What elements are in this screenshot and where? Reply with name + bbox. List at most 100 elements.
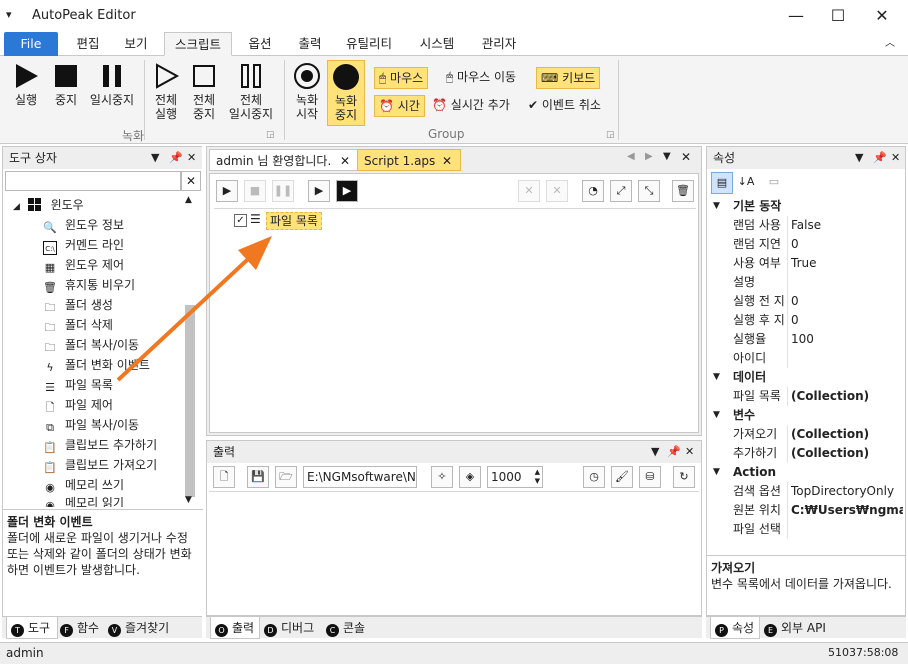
scrollbar-thumb[interactable]: [185, 305, 195, 497]
tree-item-clipboard-add[interactable]: 📋 클립보드 추가하기: [43, 435, 157, 455]
property-value[interactable]: False: [791, 216, 903, 235]
close-icon[interactable]: ✕: [442, 150, 452, 172]
pin-icon[interactable]: 📌: [169, 147, 183, 169]
stop-all-button[interactable]: 전체 중지: [186, 62, 222, 121]
categorized-view-button[interactable]: ▤: [711, 172, 733, 194]
tree-item-folder-copy[interactable]: 🗀 폴더 복사/이동: [43, 335, 140, 355]
tab-file[interactable]: File: [4, 32, 58, 56]
tab-edit[interactable]: 편집: [66, 32, 110, 56]
doc-tab-welcome[interactable]: admin 님 환영합니다. ✕: [209, 149, 359, 171]
disable-all-button[interactable]: ✕: [546, 180, 568, 202]
property-row[interactable]: 가져오기 (Collection): [707, 425, 905, 444]
open-folder-button[interactable]: 🗁: [275, 466, 297, 488]
tab-system[interactable]: 시스템: [410, 32, 464, 56]
realtime-add-toggle[interactable]: ⏰ 실시간 추가: [428, 95, 514, 117]
pause-all-button[interactable]: 전체 일시중지: [224, 62, 278, 121]
scroll-right-icon[interactable]: ▶: [645, 151, 653, 162]
tree-category[interactable]: ◢ 윈도우: [13, 195, 84, 215]
property-row[interactable]: 추가하기 (Collection): [707, 444, 905, 463]
tab-view[interactable]: 보기: [114, 32, 158, 56]
property-value[interactable]: 0: [791, 235, 903, 254]
node-checkbox[interactable]: ✓: [234, 214, 247, 227]
sort-az-button[interactable]: ↓A: [735, 172, 757, 194]
record-stop-button[interactable]: 녹화 중지: [327, 60, 365, 126]
run-button[interactable]: 실행: [8, 62, 44, 107]
tab-script[interactable]: 스크립트: [164, 32, 232, 56]
close-icon[interactable]: ✕: [340, 150, 350, 172]
output-path-field[interactable]: E:\NGMsoftware\NG: [303, 466, 417, 488]
tab-properties[interactable]: P 속성: [710, 617, 760, 639]
dialog-launcher-icon[interactable]: ◲: [266, 130, 275, 140]
dropdown-icon[interactable]: ▼: [651, 441, 659, 463]
new-file-button[interactable]: 🗋: [213, 466, 235, 488]
eraser-button[interactable]: ◈: [459, 466, 481, 488]
fill-bucket-button[interactable]: ⛁: [639, 466, 661, 488]
refresh-button[interactable]: ↻: [673, 466, 695, 488]
property-section[interactable]: ▼ 변수: [707, 406, 905, 425]
property-section[interactable]: ▼ 데이터: [707, 368, 905, 387]
pause-button[interactable]: ❚❚: [272, 180, 294, 202]
tab-options[interactable]: 옵션: [238, 32, 282, 56]
collapse-ribbon-icon[interactable]: ︿: [880, 32, 900, 56]
tab-output[interactable]: 출력: [288, 32, 332, 56]
tree-item-memory-read[interactable]: ◉ 메모리 읽기: [43, 495, 124, 507]
system-menu-icon[interactable]: ▾: [6, 8, 12, 21]
history-button[interactable]: ◔: [582, 180, 604, 202]
property-value[interactable]: (Collection): [791, 425, 903, 444]
property-value[interactable]: C:₩Users₩ngmaste: [791, 501, 903, 520]
spin-arrows-icon[interactable]: ▲ ▼: [535, 468, 540, 486]
property-value[interactable]: (Collection): [791, 387, 903, 406]
tree-item-command-line[interactable]: C:\ 커멘드 라인: [43, 235, 124, 255]
property-row[interactable]: 랜덤 지연 0: [707, 235, 905, 254]
property-section[interactable]: ▼ Action: [707, 463, 905, 482]
script-node[interactable]: 파일 목록: [266, 212, 322, 230]
tab-external-api[interactable]: E 외부 API: [764, 617, 826, 639]
expand-icon[interactable]: ⤢: [610, 180, 632, 202]
dropdown-icon[interactable]: ▼: [151, 147, 159, 169]
disable-button[interactable]: ✕: [518, 180, 540, 202]
property-row[interactable]: 파일 선택: [707, 520, 905, 539]
doc-tab-script[interactable]: Script 1.aps ✕: [357, 149, 461, 171]
close-icon[interactable]: ✕: [681, 150, 691, 164]
property-pages-button[interactable]: ▭: [763, 172, 785, 194]
play-framed-button[interactable]: ▶: [308, 180, 330, 202]
property-row[interactable]: 실행율 100: [707, 330, 905, 349]
tree-item-folder-create[interactable]: 🗀 폴더 생성: [43, 295, 113, 315]
scroll-down-icon[interactable]: ▼: [185, 495, 192, 505]
pin-icon[interactable]: 📌: [667, 441, 681, 463]
property-value[interactable]: 100: [791, 330, 903, 349]
property-row[interactable]: 설명: [707, 273, 905, 292]
delete-button[interactable]: 🗑: [672, 180, 694, 202]
property-row[interactable]: 실행 전 지 0: [707, 292, 905, 311]
tab-tools[interactable]: T 도구: [6, 617, 58, 639]
mouse-toggle[interactable]: 🖱 마우스: [374, 67, 429, 89]
play-filled-button[interactable]: ▶: [336, 180, 358, 202]
record-start-button[interactable]: 녹화 시작: [288, 62, 326, 121]
tree-item-folder-delete[interactable]: 🗀 폴더 삭제: [43, 315, 113, 335]
play-button[interactable]: ▶: [216, 180, 238, 202]
property-section[interactable]: ▼ 기본 동작: [707, 197, 905, 216]
tree-item-folder-event[interactable]: ϟ 폴더 변화 이벤트: [43, 355, 150, 375]
tree-item-file-copy[interactable]: ⧉ 파일 복사/이동: [43, 415, 139, 435]
property-value[interactable]: 0: [791, 311, 903, 330]
tree-item-memory-write[interactable]: ◉ 메모리 쓰기: [43, 475, 124, 495]
run-all-button[interactable]: 전체 실행: [148, 62, 184, 121]
collapse-arrow-icon[interactable]: ▼: [713, 197, 720, 216]
clock-button[interactable]: ◷: [583, 466, 605, 488]
tree-item-file-control[interactable]: 🗋 파일 제어: [43, 395, 113, 415]
close-button[interactable]: ✕: [862, 4, 902, 28]
clean-button[interactable]: ✧: [431, 466, 453, 488]
property-row[interactable]: 검색 옵션 TopDirectoryOnly: [707, 482, 905, 501]
time-toggle[interactable]: ⏰ 시간: [374, 95, 425, 117]
collapse-icon[interactable]: ⤡: [638, 180, 660, 202]
collapse-arrow-icon[interactable]: ▼: [713, 406, 720, 425]
collapse-arrow-icon[interactable]: ▼: [713, 368, 720, 387]
tab-debug[interactable]: D 디버그: [264, 617, 314, 639]
maximize-button[interactable]: ☐: [818, 4, 858, 28]
stop-button[interactable]: 중지: [48, 62, 84, 107]
property-value[interactable]: TopDirectoryOnly: [791, 482, 903, 501]
property-row[interactable]: 사용 여부 True: [707, 254, 905, 273]
tree-item-empty-trash[interactable]: 🗑 휴지통 비우기: [43, 275, 135, 295]
pause-button[interactable]: 일시중지: [86, 62, 138, 107]
tab-console[interactable]: C 콘솔: [326, 617, 365, 639]
